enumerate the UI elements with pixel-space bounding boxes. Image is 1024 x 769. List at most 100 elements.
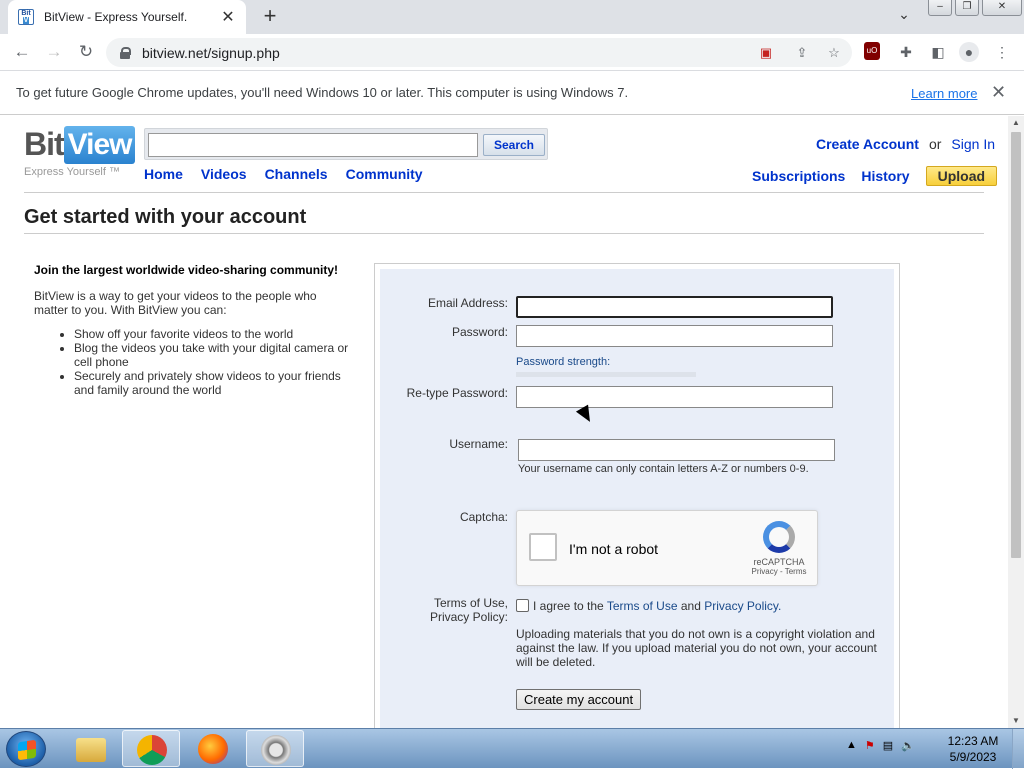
- agree-terms-checkbox[interactable]: [516, 599, 529, 612]
- extensions-icon[interactable]: ✚: [896, 42, 916, 62]
- captcha-label: Captcha:: [459, 510, 508, 524]
- taskbar-clock[interactable]: 12:23 AM 5/9/2023: [940, 733, 1006, 765]
- show-desktop-button[interactable]: [1012, 729, 1024, 769]
- copyright-warning: Uploading materials that you do not own …: [516, 627, 877, 669]
- bookmark-star-icon[interactable]: ☆: [826, 45, 842, 61]
- title-divider: [24, 233, 984, 234]
- menu-kebab-icon[interactable]: ⋮: [992, 42, 1012, 62]
- list-item: Show off your favorite videos to the wor…: [74, 327, 350, 341]
- username-label: Username:: [449, 437, 508, 451]
- retype-password-field[interactable]: [516, 386, 833, 408]
- and-text: and: [680, 599, 701, 613]
- share-icon[interactable]: ⇪: [794, 45, 810, 61]
- user-nav: Subscriptions History Upload: [752, 166, 998, 186]
- taskbar-chrome[interactable]: [122, 730, 180, 767]
- header-divider: [24, 192, 984, 193]
- windows-taskbar: ▲ ⚑ ▤ 🔈 12:23 AM 5/9/2023: [0, 728, 1024, 769]
- intro-heading: Join the largest worldwide video-sharing…: [34, 263, 339, 277]
- minimize-button[interactable]: ‒: [928, 0, 952, 16]
- recaptcha-icon: [763, 521, 795, 553]
- system-tray: ▲ ⚑ ▤ 🔈: [846, 739, 915, 752]
- recaptcha-links[interactable]: Privacy - Terms: [749, 567, 809, 576]
- scroll-up-icon[interactable]: ▲: [1008, 116, 1024, 130]
- email-field[interactable]: [516, 296, 833, 318]
- agree-prefix: I agree to the: [533, 599, 604, 613]
- taskbar-movie-maker[interactable]: [246, 730, 304, 767]
- page-scrollbar[interactable]: ▲ ▼: [1008, 116, 1024, 728]
- close-window-button[interactable]: ✕: [982, 0, 1022, 16]
- feature-list: Show off your favorite videos to the wor…: [34, 327, 350, 397]
- create-account-button[interactable]: Create my account: [516, 689, 642, 710]
- password-field[interactable]: [516, 325, 833, 347]
- update-infobar: To get future Google Chrome updates, you…: [0, 71, 1024, 115]
- recaptcha-logo: reCAPTCHA Privacy - Terms: [749, 521, 809, 576]
- retype-password-label: Re-type Password:: [406, 386, 508, 400]
- tab-title: BitView - Express Yourself.: [44, 10, 188, 24]
- logo-bit: Bit: [24, 126, 65, 162]
- back-icon[interactable]: ←: [6, 36, 38, 68]
- firefox-icon: [198, 734, 228, 764]
- nav-home[interactable]: Home: [144, 166, 183, 182]
- popup-blocked-icon[interactable]: ▣: [758, 45, 774, 61]
- tab-search-icon[interactable]: ⌄: [894, 6, 914, 26]
- folder-icon: [76, 738, 106, 762]
- infobar-message: To get future Google Chrome updates, you…: [16, 85, 629, 100]
- reload-icon[interactable]: ↻: [70, 36, 102, 68]
- close-tab-icon[interactable]: ✕: [220, 7, 236, 27]
- url-text[interactable]: bitview.net/signup.php: [142, 45, 280, 61]
- learn-more-link[interactable]: Learn more: [911, 86, 977, 101]
- username-field[interactable]: [518, 439, 835, 461]
- scroll-thumb[interactable]: [1011, 132, 1021, 558]
- list-item: Securely and privately show videos to yo…: [74, 369, 350, 397]
- upload-button[interactable]: Upload: [925, 166, 998, 186]
- email-label: Email Address:: [427, 296, 508, 310]
- network-icon[interactable]: ▤: [883, 739, 893, 752]
- clock-time: 12:23 AM: [947, 734, 999, 748]
- terms-label-line2: Privacy Policy:: [429, 610, 508, 624]
- site-search: Search: [144, 128, 548, 160]
- close-infobar-icon[interactable]: ✕: [991, 82, 1006, 103]
- lock-icon[interactable]: [120, 46, 131, 59]
- show-hidden-icons-icon[interactable]: ▲: [846, 739, 857, 752]
- clock-date: 5/9/2023: [949, 750, 997, 764]
- page-viewport: Bit View Express Yourself ™ Search Home V…: [0, 116, 1008, 728]
- nav-history[interactable]: History: [861, 168, 909, 184]
- nav-videos[interactable]: Videos: [201, 166, 247, 182]
- browser-tab[interactable]: Bit V BitView - Express Yourself. ✕: [8, 0, 246, 34]
- address-bar[interactable]: bitview.net/signup.php ▣ ⇪ ☆: [106, 38, 852, 67]
- ublock-origin-icon[interactable]: uO: [864, 42, 880, 60]
- start-button[interactable]: [6, 731, 46, 767]
- film-reel-icon: [261, 735, 291, 765]
- terms-label: Terms of Use, Privacy Policy:: [368, 596, 508, 624]
- recaptcha-widget: I'm not a robot reCAPTCHA Privacy - Term…: [516, 510, 818, 586]
- side-panel-icon[interactable]: ◧: [928, 42, 948, 62]
- nav-channels[interactable]: Channels: [265, 166, 328, 182]
- search-input[interactable]: [148, 133, 478, 157]
- taskbar-explorer[interactable]: [62, 730, 120, 767]
- nav-community[interactable]: Community: [346, 166, 423, 182]
- create-account-link[interactable]: Create Account: [816, 136, 919, 152]
- recaptcha-checkbox[interactable]: [529, 533, 557, 561]
- action-center-icon[interactable]: ⚑: [865, 739, 875, 752]
- volume-icon[interactable]: 🔈: [901, 739, 915, 752]
- terms-of-use-link[interactable]: Terms of Use: [607, 599, 678, 613]
- logo-tagline: Express Yourself ™: [24, 166, 120, 178]
- bitview-logo[interactable]: Bit View Express Yourself ™: [24, 126, 136, 178]
- username-hint: Your username can only contain letters A…: [518, 463, 809, 475]
- scroll-down-icon[interactable]: ▼: [1008, 714, 1024, 728]
- nav-subscriptions[interactable]: Subscriptions: [752, 168, 845, 184]
- forward-icon[interactable]: →: [38, 36, 70, 68]
- or-text: or: [928, 136, 942, 152]
- restore-button[interactable]: ❐: [955, 0, 979, 16]
- recaptcha-brand: reCAPTCHA: [753, 557, 805, 567]
- new-tab-button[interactable]: +: [258, 4, 282, 28]
- profile-avatar-icon[interactable]: ●: [959, 42, 979, 62]
- taskbar-firefox[interactable]: [184, 730, 242, 767]
- chrome-icon: [137, 735, 167, 765]
- sign-in-link[interactable]: Sign In: [951, 136, 995, 152]
- page-title: Get started with your account: [24, 206, 307, 228]
- password-label: Password:: [451, 325, 508, 339]
- privacy-policy-link[interactable]: Privacy Policy.: [704, 599, 781, 613]
- search-button[interactable]: Search: [483, 134, 545, 156]
- main-nav: Home Videos Channels Community: [144, 166, 441, 182]
